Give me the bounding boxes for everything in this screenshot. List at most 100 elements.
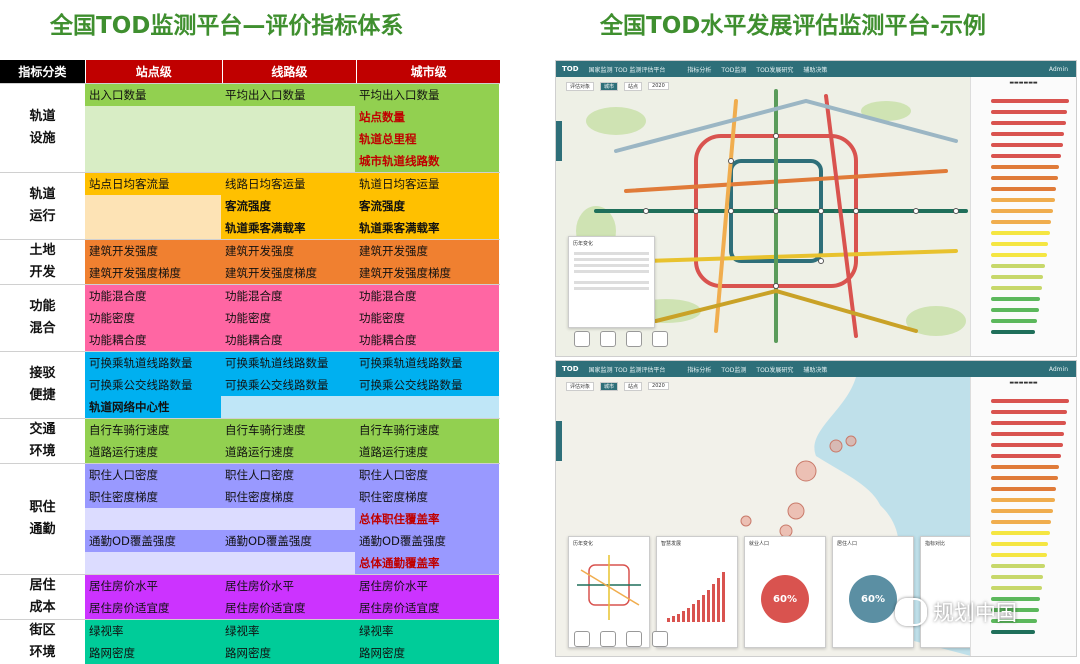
tool-icon-2[interactable] bbox=[600, 331, 616, 347]
ranking-bar bbox=[991, 509, 1053, 513]
filter-target-2[interactable]: 评估对象 bbox=[566, 381, 595, 391]
user-name[interactable]: Admin bbox=[1049, 66, 1068, 73]
indicator-cell: 道路运行速度 bbox=[85, 441, 221, 463]
ranking-bar bbox=[991, 209, 1053, 213]
indicator-cell: 站点数量 bbox=[355, 106, 499, 128]
gauge-employment: 60% bbox=[761, 575, 809, 623]
indicator-cell: 总体通勤覆盖率 bbox=[355, 552, 499, 574]
indicator-cell: 可换乘轨道线路数量 bbox=[221, 352, 355, 374]
indicator-row: 可换乘轨道线路数量 可换乘轨道线路数量 可换乘轨道线路数量 bbox=[85, 352, 499, 374]
wechat-watermark: 规划中国 bbox=[895, 597, 1017, 627]
indicator-cell bbox=[221, 552, 355, 574]
card-title: 智慧发展 bbox=[661, 541, 682, 547]
ranking-bar bbox=[991, 231, 1050, 235]
nav-item-analysis-2[interactable]: 指标分析 bbox=[687, 365, 711, 374]
indicator-cell: 轨道网络中心性 bbox=[85, 396, 221, 418]
tool-icon-2[interactable] bbox=[600, 631, 616, 647]
ranking-bar bbox=[991, 520, 1052, 524]
header-line: 线路级 bbox=[221, 60, 357, 83]
filter-year-2[interactable]: 2020 bbox=[648, 382, 669, 390]
filter-target[interactable]: 评估对象 bbox=[566, 81, 595, 91]
ranking-panel: ▬▬▬▬▬▬ bbox=[970, 77, 1076, 356]
ranking-bar bbox=[991, 99, 1069, 103]
indicator-cell: 自行车骑行速度 bbox=[221, 419, 355, 441]
tool-icon-4[interactable] bbox=[652, 631, 668, 647]
indicator-cell: 路网密度 bbox=[355, 642, 499, 664]
indicator-cell bbox=[355, 396, 499, 418]
nav-item-decision-2[interactable]: 辅助决策 bbox=[803, 365, 827, 374]
indicator-cell: 道路运行速度 bbox=[221, 441, 355, 463]
ranking-bar bbox=[991, 253, 1047, 257]
indicator-cell: 功能密度 bbox=[85, 307, 221, 329]
indicator-row: 自行车骑行速度 自行车骑行速度 自行车骑行速度 bbox=[85, 419, 499, 441]
tool-icon-1[interactable] bbox=[574, 331, 590, 347]
ranking-bar bbox=[991, 220, 1052, 224]
ranking-bar bbox=[991, 297, 1041, 301]
indicator-cell: 建筑开发强度 bbox=[221, 240, 355, 262]
tool-icon-4[interactable] bbox=[652, 331, 668, 347]
indicator-cell: 平均出入口数量 bbox=[221, 84, 355, 106]
indicator-cells: 职住人口密度 职住人口密度 职住人口密度 职住密度梯度 职住密度梯度 职住密度梯度 总体职住… bbox=[85, 464, 499, 574]
indicator-cell: 可换乘公交线路数量 bbox=[221, 374, 355, 396]
indicator-cells: 建筑开发强度 建筑开发强度 建筑开发强度 建筑开发强度梯度 建筑开发强度梯度 建筑开发强度… bbox=[85, 240, 499, 284]
tool-icon-3[interactable] bbox=[626, 331, 642, 347]
indicator-cell bbox=[85, 508, 221, 530]
ranking-bar bbox=[991, 286, 1042, 290]
ranking-bar bbox=[991, 198, 1055, 202]
nav-item-monitor-2[interactable]: TOD监测 bbox=[721, 365, 746, 374]
ranking-bar bbox=[991, 454, 1061, 458]
indicator-cells: 可换乘轨道线路数量 可换乘轨道线路数量 可换乘轨道线路数量 可换乘公交线路数量 可换乘公… bbox=[85, 352, 499, 418]
platform-logo: TOD bbox=[562, 65, 579, 73]
nav-item-monitor[interactable]: TOD监测 bbox=[721, 65, 746, 74]
side-drawer-tab[interactable] bbox=[556, 121, 562, 161]
ranking-bar bbox=[991, 319, 1037, 323]
filter-station[interactable]: 站点 bbox=[624, 81, 643, 91]
category-label: 职住 通勤 bbox=[0, 464, 85, 574]
indicator-cell: 居住房价适宜度 bbox=[85, 597, 221, 619]
category-label: 土地 开发 bbox=[0, 240, 85, 284]
indicator-cell bbox=[85, 106, 221, 128]
ranking-bar bbox=[991, 575, 1044, 579]
header-category: 指标分类 bbox=[0, 60, 85, 83]
metro-map-screenshot: TOD 国家监测 TOD 监测评估平台 指标分析 TOD监测 TOD发展研究 辅… bbox=[555, 60, 1077, 357]
platform-app-name-2: 国家监测 TOD 监测评估平台 bbox=[588, 366, 666, 374]
indicator-cell: 总体职住覆盖率 bbox=[355, 508, 499, 530]
tool-icon-1[interactable] bbox=[574, 631, 590, 647]
nav-item-decision[interactable]: 辅助决策 bbox=[803, 65, 827, 74]
indicator-row: 出入口数量 平均出入口数量 平均出入口数量 bbox=[85, 84, 499, 106]
indicator-cell: 客流强度 bbox=[221, 195, 355, 217]
indicator-row: 通勤OD覆盖强度 通勤OD覆盖强度 通勤OD覆盖强度 bbox=[85, 530, 499, 552]
side-drawer-tab-2[interactable] bbox=[556, 421, 562, 461]
indicator-cell: 功能耦合度 bbox=[221, 329, 355, 351]
ranking-bar bbox=[991, 410, 1068, 414]
history-popup: 历年变化 bbox=[568, 236, 655, 328]
card-title: 就业人口 bbox=[749, 541, 770, 547]
card-title: 历年变化 bbox=[573, 541, 594, 547]
filter-year[interactable]: 2020 bbox=[648, 82, 669, 90]
ranking-bar bbox=[991, 176, 1058, 180]
nav-item-research[interactable]: TOD发展研究 bbox=[756, 65, 793, 74]
indicator-cells: 站点日均客流量 线路日均客运量 轨道日均客运量 客流强度 客流强度 轨道乘客满载率 轨道乘客… bbox=[85, 173, 499, 239]
ranking-bar bbox=[991, 564, 1045, 568]
nav-item-research-2[interactable]: TOD发展研究 bbox=[756, 365, 793, 374]
ranking-bar bbox=[991, 553, 1047, 557]
indicator-cell: 功能混合度 bbox=[221, 285, 355, 307]
user-name-2[interactable]: Admin bbox=[1049, 366, 1068, 373]
filter-city[interactable]: 城市 bbox=[600, 81, 619, 91]
indicator-cells: 出入口数量 平均出入口数量 平均出入口数量 站点数量 轨道总里程 城市轨道线路数 bbox=[85, 84, 499, 172]
indicator-group: 功能 混合 功能混合度 功能混合度 功能混合度 功能密度 功能密度 功能密度 功能耦合度 功能耦… bbox=[0, 284, 500, 351]
indicator-cell: 站点日均客流量 bbox=[85, 173, 221, 195]
indicator-row: 站点数量 bbox=[85, 106, 499, 128]
ranking-bar bbox=[991, 242, 1049, 246]
indicator-row: 总体职住覆盖率 bbox=[85, 508, 499, 530]
ranking-bar bbox=[991, 630, 1036, 634]
map-toolbar bbox=[574, 331, 668, 347]
filter-city-2[interactable]: 城市 bbox=[600, 381, 619, 391]
nav-item-analysis[interactable]: 指标分析 bbox=[687, 65, 711, 74]
indicator-cell: 城市轨道线路数 bbox=[355, 150, 499, 172]
indicator-row: 总体通勤覆盖率 bbox=[85, 552, 499, 574]
indicator-cell: 居住房价水平 bbox=[355, 575, 499, 597]
filter-station-2[interactable]: 站点 bbox=[624, 381, 643, 391]
tool-icon-3[interactable] bbox=[626, 631, 642, 647]
indicator-row: 绿视率 绿视率 绿视率 bbox=[85, 620, 499, 642]
